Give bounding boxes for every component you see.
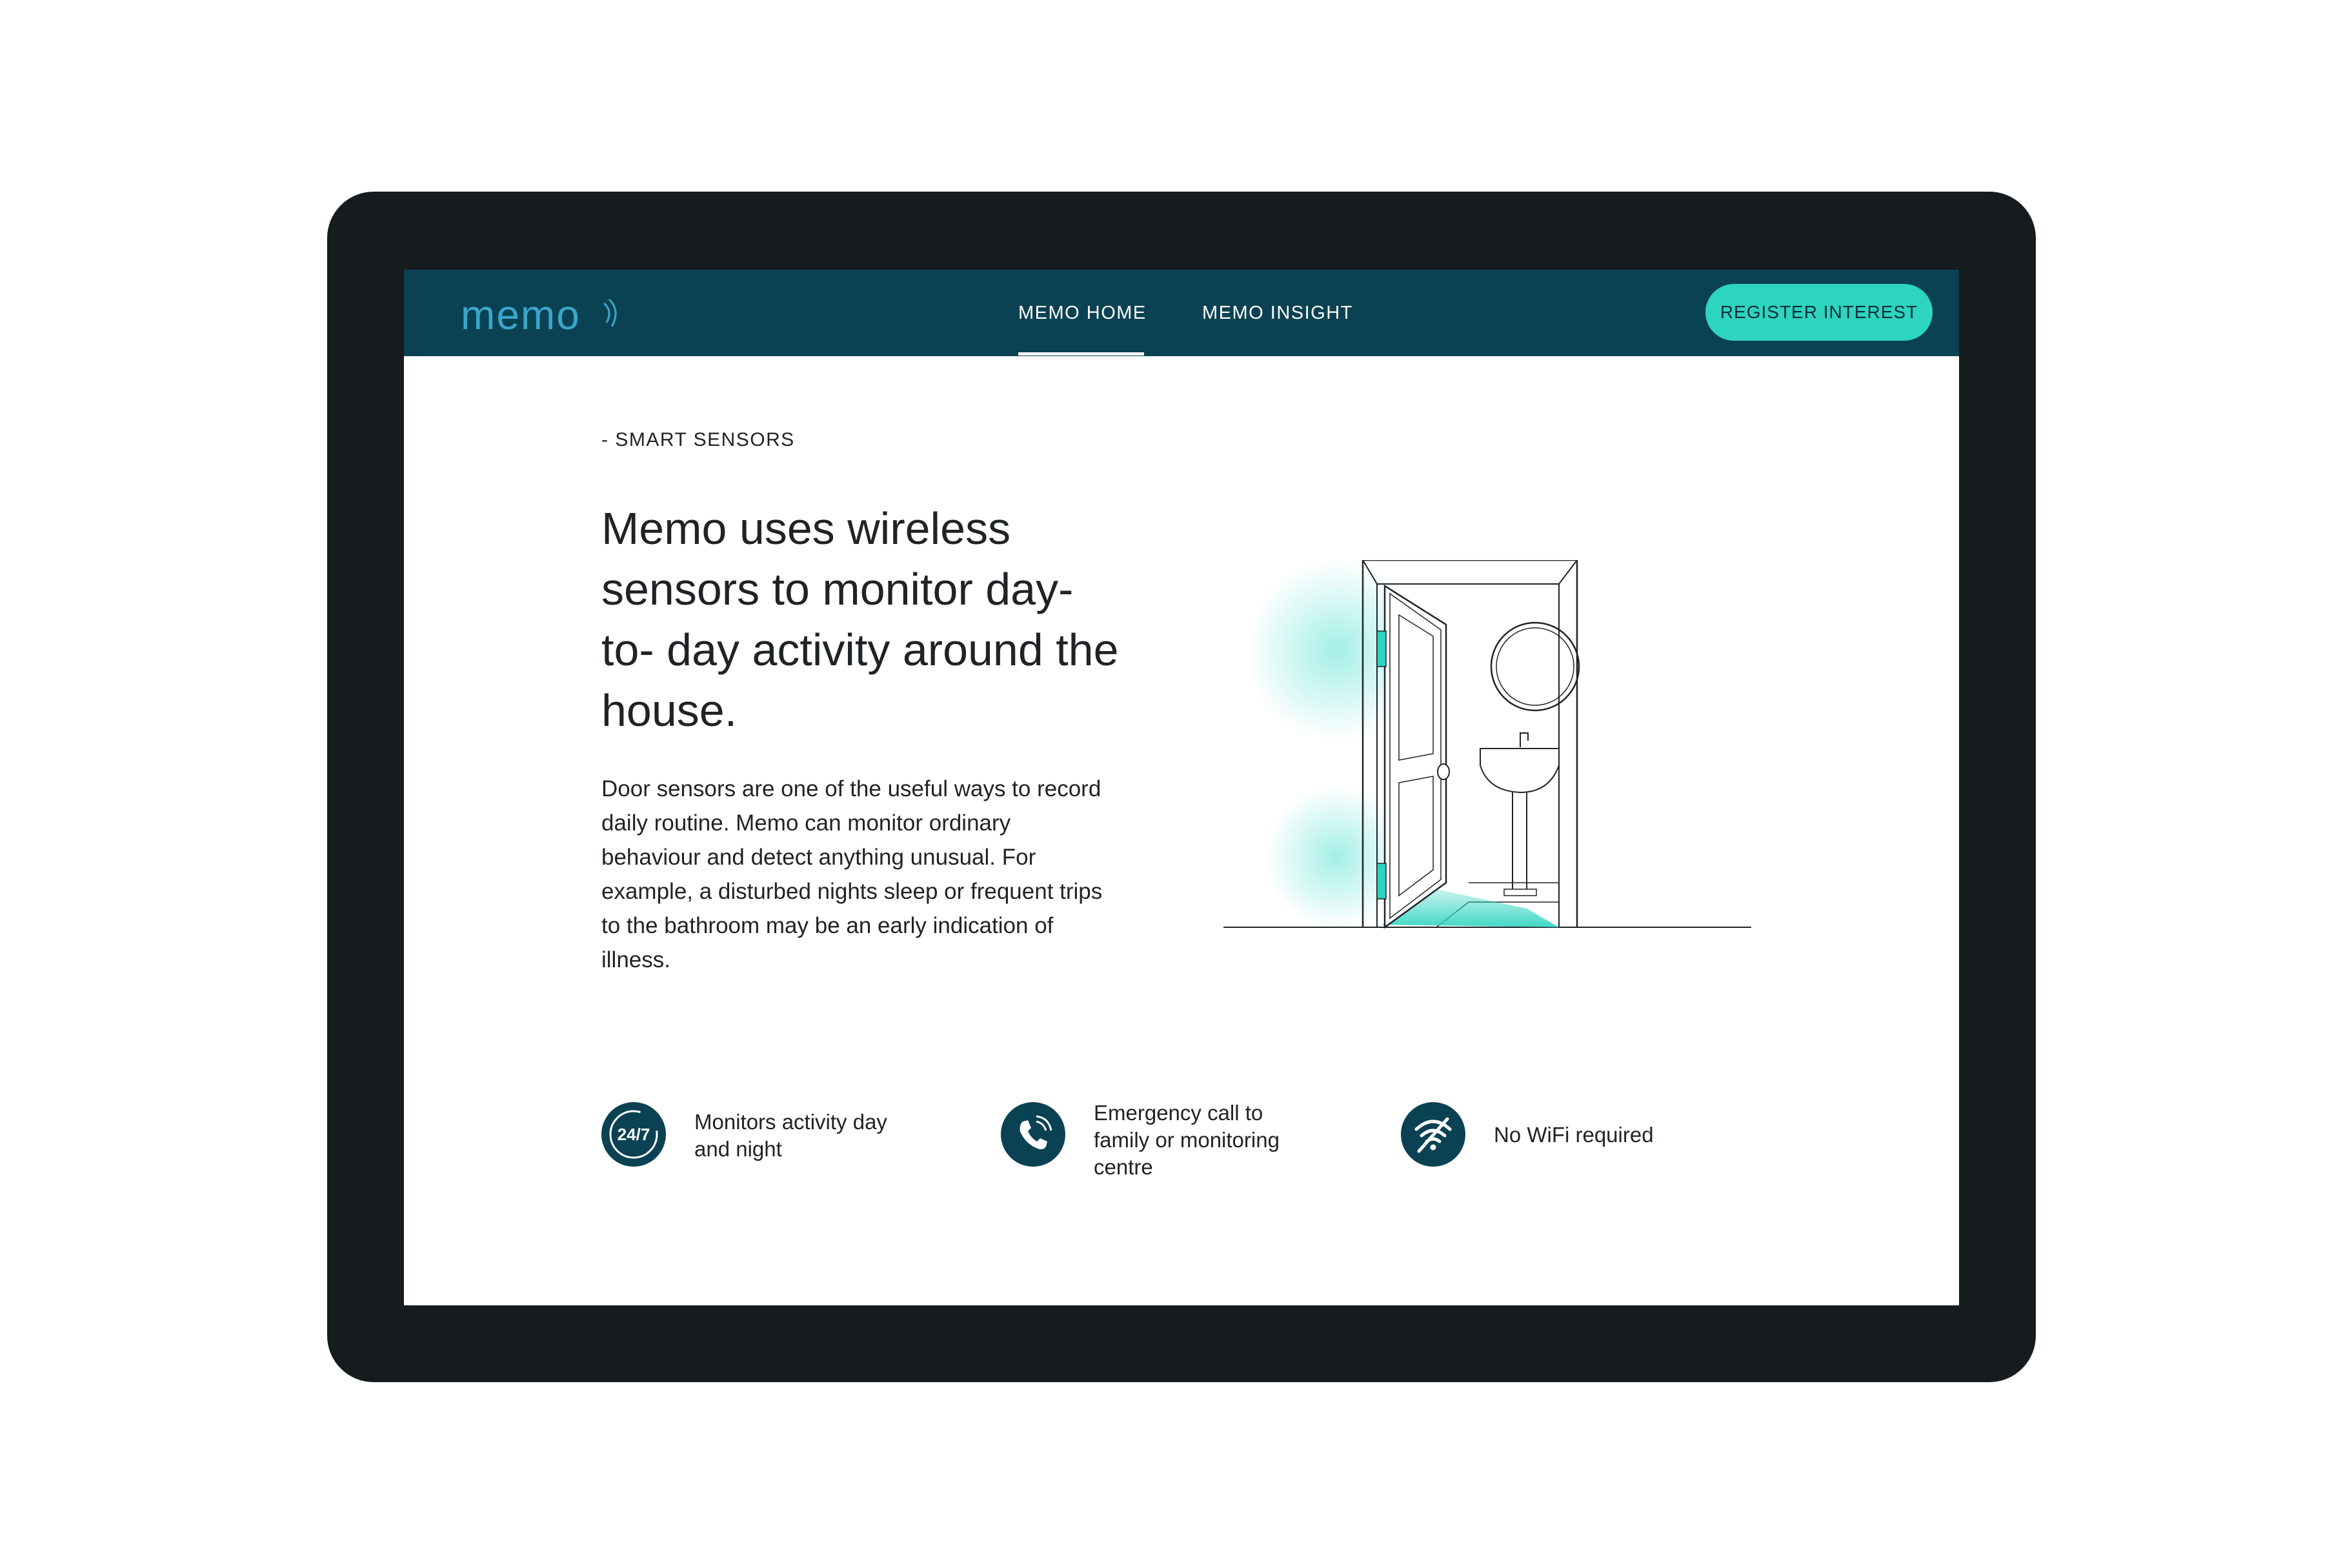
phone-call-icon [1001, 1102, 1065, 1167]
feature-text: Monitors activity day and night [694, 1109, 927, 1163]
headline-line: to- day activity around the [601, 625, 1119, 675]
body-line: example, a disturbed nights sleep or fre… [601, 879, 1103, 904]
feature-item: 24/7 Monitors activity day and night [601, 1102, 937, 1180]
headline-line: Memo uses wireless [601, 503, 1011, 554]
register-interest-button[interactable]: REGISTER INTEREST [1705, 284, 1933, 341]
feature-line: Emergency call to [1094, 1101, 1263, 1125]
memo-logo[interactable]: memo [461, 292, 622, 337]
body-line: behaviour and detect anything unusual. F… [601, 845, 1036, 870]
feature-line: centre [1094, 1155, 1153, 1179]
body-line: illness. [601, 947, 670, 972]
nav-memo-home[interactable]: MEMO HOME [1018, 270, 1147, 356]
feature-item: No WiFi required [1401, 1102, 1736, 1180]
body-line: to the bathroom may be an early indicati… [601, 913, 1054, 938]
section-eyebrow: - SMART SENSORS [601, 429, 795, 450]
body-paragraph: Door sensors are one of the useful ways … [601, 772, 1169, 977]
navbar: memo MEMO HOME MEMO INSIGHT REGISTER INT… [404, 270, 1959, 356]
body-line: Door sensors are one of the useful ways … [601, 776, 1101, 801]
feature-line: No WiFi required [1494, 1123, 1654, 1147]
clock-24-7-icon: 24/7 [601, 1102, 666, 1167]
door-sensor-illustration [1223, 560, 1751, 929]
no-wifi-icon [1401, 1102, 1465, 1167]
screen: memo MEMO HOME MEMO INSIGHT REGISTER INT… [404, 270, 1959, 1305]
nav-active-indicator [1018, 352, 1144, 356]
feature-text: Emergency call to family or monitoring c… [1094, 1100, 1313, 1181]
body-line: daily routine. Memo can monitor ordinary [601, 810, 1011, 836]
feature-text: No WiFi required [1494, 1121, 1713, 1149]
feature-line: and night [694, 1137, 782, 1161]
svg-text:memo: memo [461, 292, 581, 337]
feature-line: Monitors activity day [694, 1110, 887, 1134]
headline-line: sensors to monitor day- [601, 564, 1074, 614]
nav-memo-insight[interactable]: MEMO INSIGHT [1202, 270, 1353, 356]
feature-line: family or monitoring [1094, 1128, 1280, 1152]
feature-item: Emergency call to family or monitoring c… [1001, 1100, 1336, 1181]
svg-text:24/7: 24/7 [618, 1125, 650, 1144]
headline: Memo uses wireless sensors to monitor da… [601, 498, 1182, 741]
headline-line: house. [601, 685, 738, 736]
